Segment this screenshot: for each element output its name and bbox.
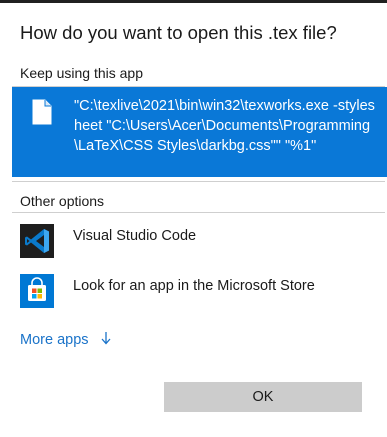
dialog-title: How do you want to open this .tex file? xyxy=(20,22,337,43)
app-option-label: Look for an app in the Microsoft Store xyxy=(73,278,315,294)
other-options-header: Other options xyxy=(20,193,105,209)
more-apps-link[interactable]: More apps xyxy=(20,331,111,348)
more-apps-label: More apps xyxy=(20,332,89,348)
selected-app-texworks[interactable]: "C:\texlive\2021\bin\win32\texworks.exe … xyxy=(12,87,387,177)
vscode-icon xyxy=(20,224,54,258)
ok-button[interactable]: OK xyxy=(164,382,362,412)
keep-using-header: Keep using this app xyxy=(20,65,143,81)
app-option-vscode[interactable]: Visual Studio Code xyxy=(12,219,387,263)
window-top-edge xyxy=(0,0,387,3)
open-with-dialog: How do you want to open this .tex file? … xyxy=(0,0,387,437)
file-icon xyxy=(32,99,52,125)
app-option-store[interactable]: Look for an app in the Microsoft Store xyxy=(12,269,387,313)
microsoft-store-icon xyxy=(20,274,54,308)
selected-app-label: "C:\texlive\2021\bin\win32\texworks.exe … xyxy=(74,98,375,154)
arrow-down-icon xyxy=(101,332,111,345)
app-option-label: Visual Studio Code xyxy=(73,228,197,244)
other-options-top-divider xyxy=(12,181,385,182)
other-options-divider xyxy=(12,212,385,213)
